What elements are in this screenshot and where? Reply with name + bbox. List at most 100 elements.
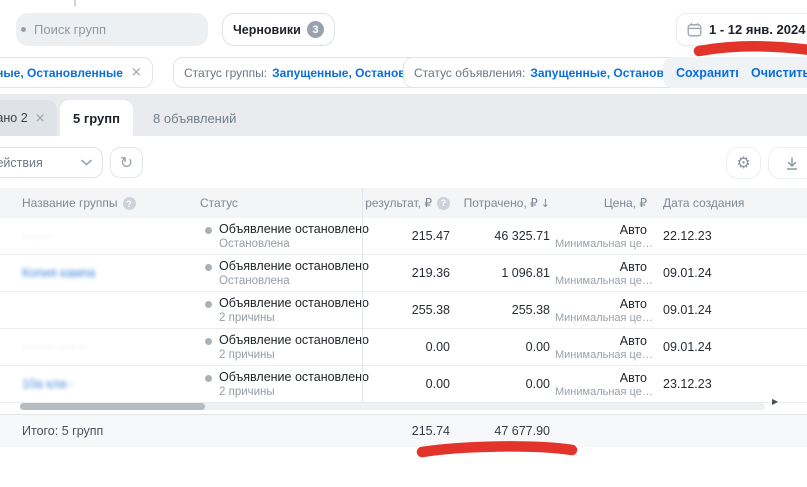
settings-button[interactable]: ⚙ bbox=[726, 147, 761, 179]
filter-chip-value: Запущенные, Остановленные bbox=[0, 66, 123, 80]
selection-chip-label: Выбрано 2 bbox=[0, 111, 28, 125]
column-header-status: Статус bbox=[200, 196, 362, 210]
cropped-ui-artifact bbox=[74, 0, 76, 6]
status-text: Объявление остановлено bbox=[219, 296, 369, 310]
ads-groups-screen: Черновики 3 1 - 12 янв. 2024 Запущенные,… bbox=[0, 0, 807, 487]
cost-per-result-value: 255.38 bbox=[362, 303, 455, 317]
status-text: Объявление остановлено bbox=[219, 370, 369, 384]
created-date: 22.12.23 bbox=[655, 229, 745, 243]
cost-per-result-value: 215.47 bbox=[362, 229, 455, 243]
table-row: Копия кампа Объявление остановлено Останов… bbox=[0, 255, 807, 292]
group-name-link-redacted[interactable]: Копия кампа bbox=[22, 266, 95, 280]
group-name-link-redacted[interactable]: 10а кла·· bbox=[22, 377, 75, 391]
spent-value: 46 325.71 bbox=[455, 229, 555, 243]
status-dot-icon bbox=[205, 227, 212, 234]
refresh-button[interactable]: ↻ bbox=[110, 147, 143, 178]
status-detail: Остановлена bbox=[219, 275, 369, 287]
red-underline-date-range bbox=[699, 46, 807, 51]
help-icon[interactable]: ? bbox=[123, 197, 136, 210]
date-range-picker[interactable]: 1 - 12 янв. 2024 bbox=[676, 13, 807, 46]
horizontal-scrollbar-thumb[interactable] bbox=[20, 403, 205, 410]
table-totals-row: Итого: 5 групп 215.74 47 677.90 bbox=[0, 414, 807, 447]
column-header-label: Потрачено, ₽ bbox=[464, 196, 538, 210]
price-strategy: Минимальная це… bbox=[555, 238, 647, 250]
table-row: Объявление остановлено2 причины255.38255… bbox=[0, 292, 807, 329]
price-mode: Авто bbox=[555, 371, 647, 385]
cost-per-result-value: 0.00 bbox=[362, 340, 455, 354]
status-detail: 2 причины bbox=[219, 312, 369, 324]
selection-chip-tab[interactable]: Выбрано 2 × bbox=[0, 100, 57, 136]
help-icon[interactable]: ? bbox=[437, 197, 450, 210]
download-icon bbox=[785, 156, 799, 171]
price-mode: Авто bbox=[555, 297, 647, 311]
status-dot-icon bbox=[205, 338, 212, 345]
price-strategy: Минимальная це… bbox=[555, 349, 647, 361]
tab-groups[interactable]: 5 групп bbox=[60, 100, 133, 136]
search-icon bbox=[21, 27, 26, 32]
created-date: 09.01.24 bbox=[655, 303, 745, 317]
cost-per-result-value: 219.36 bbox=[362, 266, 455, 280]
gear-icon: ⚙ bbox=[736, 155, 750, 171]
scroll-right-arrow[interactable]: ▶ bbox=[772, 398, 778, 406]
column-header-cost-per-result[interactable]: на за результат, ₽? bbox=[362, 188, 455, 218]
status-text: Объявление остановлено bbox=[219, 222, 369, 236]
date-range-label: 1 - 12 янв. 2024 bbox=[709, 22, 805, 37]
created-date: 09.01.24 bbox=[655, 266, 745, 280]
filter-chip-prefix: Статус объявления: bbox=[414, 66, 525, 80]
table-row: 10а кла·· Объявление остановлено 2 причины… bbox=[0, 366, 807, 403]
status-dot-icon bbox=[205, 301, 212, 308]
status-text: Объявление остановлено bbox=[219, 259, 369, 273]
created-date: 23.12.23 bbox=[655, 377, 745, 391]
horizontal-scrollbar-track[interactable] bbox=[20, 403, 765, 410]
chevron-down-icon bbox=[81, 159, 92, 166]
tab-ads[interactable]: 8 объявлений bbox=[140, 100, 249, 136]
spent-value: 255.38 bbox=[455, 303, 555, 317]
totals-spent: 47 677.90 bbox=[455, 424, 555, 438]
actions-dropdown[interactable]: Действия bbox=[0, 147, 103, 178]
spent-value: 1 096.81 bbox=[455, 266, 555, 280]
status-detail: 2 причины bbox=[219, 386, 369, 398]
column-header-created[interactable]: Дата создания bbox=[655, 196, 745, 210]
export-button[interactable] bbox=[768, 147, 807, 179]
table-row: ······· Объявление остановлено Остановлена… bbox=[0, 218, 807, 255]
search-input[interactable] bbox=[16, 13, 208, 46]
column-header-label: Название группы bbox=[22, 196, 118, 210]
price-strategy: Минимальная це… bbox=[555, 312, 647, 324]
filter-chip-prefix: Статус группы: bbox=[184, 66, 267, 80]
price-strategy: Минимальная це… bbox=[555, 386, 647, 398]
actions-dropdown-label: Действия bbox=[0, 156, 43, 170]
red-underline-totals bbox=[422, 446, 572, 452]
filter-chip-campaign-status[interactable]: Запущенные, Остановленные × bbox=[0, 57, 153, 88]
cost-per-result-value: 0.00 bbox=[362, 377, 455, 391]
column-header-price[interactable]: Цена, ₽ bbox=[555, 196, 655, 210]
group-name-link-redacted[interactable]: ········ ···· ·· bbox=[22, 340, 87, 354]
close-icon[interactable]: × bbox=[131, 66, 142, 79]
totals-label: Итого: 5 групп bbox=[0, 424, 362, 438]
column-header-label: на за результат, ₽ bbox=[362, 196, 432, 210]
price-mode: Авто bbox=[555, 260, 647, 274]
calendar-icon bbox=[687, 22, 702, 37]
drafts-button[interactable]: Черновики 3 bbox=[222, 13, 335, 46]
clear-filters-button[interactable]: Очистить bbox=[738, 57, 807, 88]
spent-value: 0.00 bbox=[455, 340, 555, 354]
close-icon[interactable]: × bbox=[35, 112, 46, 125]
status-dot-icon bbox=[205, 264, 212, 271]
table-header: Название группы? Статус на за результат,… bbox=[0, 188, 807, 218]
status-dot-icon bbox=[205, 375, 212, 382]
table-row: ········ ···· ··Объявление остановлено2 … bbox=[0, 329, 807, 366]
column-header-group-name: Название группы? bbox=[22, 196, 200, 211]
fixed-columns-divider bbox=[362, 188, 363, 403]
drafts-button-label: Черновики bbox=[233, 23, 301, 37]
totals-cost-per-result: 215.74 bbox=[362, 424, 455, 438]
price-mode: Авто bbox=[555, 223, 647, 237]
price-strategy: Минимальная це… bbox=[555, 275, 647, 287]
price-mode: Авто bbox=[555, 334, 647, 348]
drafts-count-badge: 3 bbox=[307, 21, 324, 38]
refresh-icon: ↻ bbox=[120, 155, 133, 171]
table-body: ······· Объявление остановлено Остановлена… bbox=[0, 218, 807, 403]
created-date: 09.01.24 bbox=[655, 340, 745, 354]
column-header-spent[interactable]: Потрачено, ₽↓ bbox=[455, 196, 555, 210]
group-name-link-redacted[interactable]: ······· bbox=[22, 229, 51, 243]
spent-value: 0.00 bbox=[455, 377, 555, 391]
status-detail: Остановлена bbox=[219, 238, 369, 250]
